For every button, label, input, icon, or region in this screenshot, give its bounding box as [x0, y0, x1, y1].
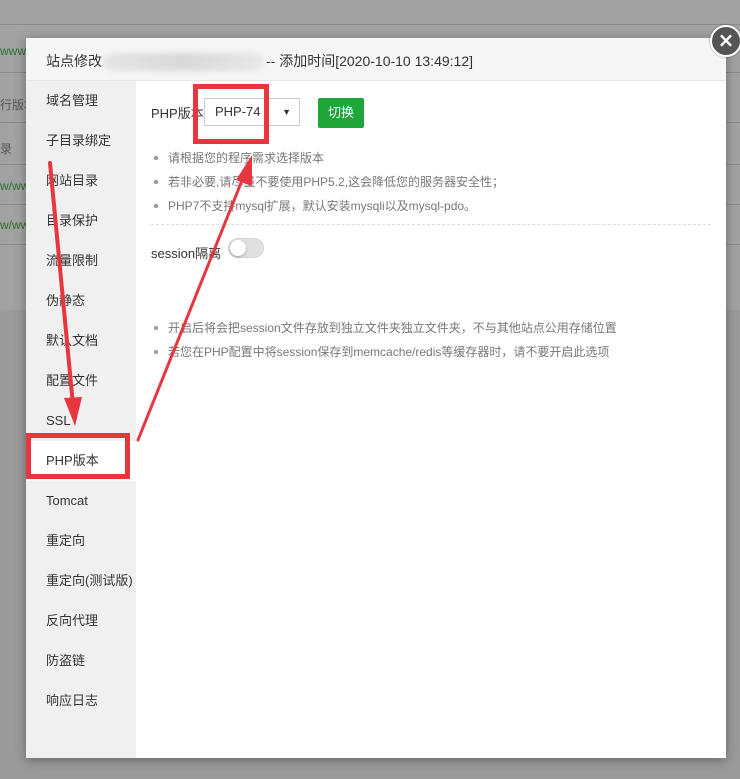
annotation-arrows — [48, 155, 252, 442]
annotation-arrowhead — [236, 155, 252, 186]
annotation-arrow-up — [136, 176, 245, 442]
annotation-arrow-down — [48, 161, 75, 407]
annotation-arrowhead — [64, 397, 82, 426]
